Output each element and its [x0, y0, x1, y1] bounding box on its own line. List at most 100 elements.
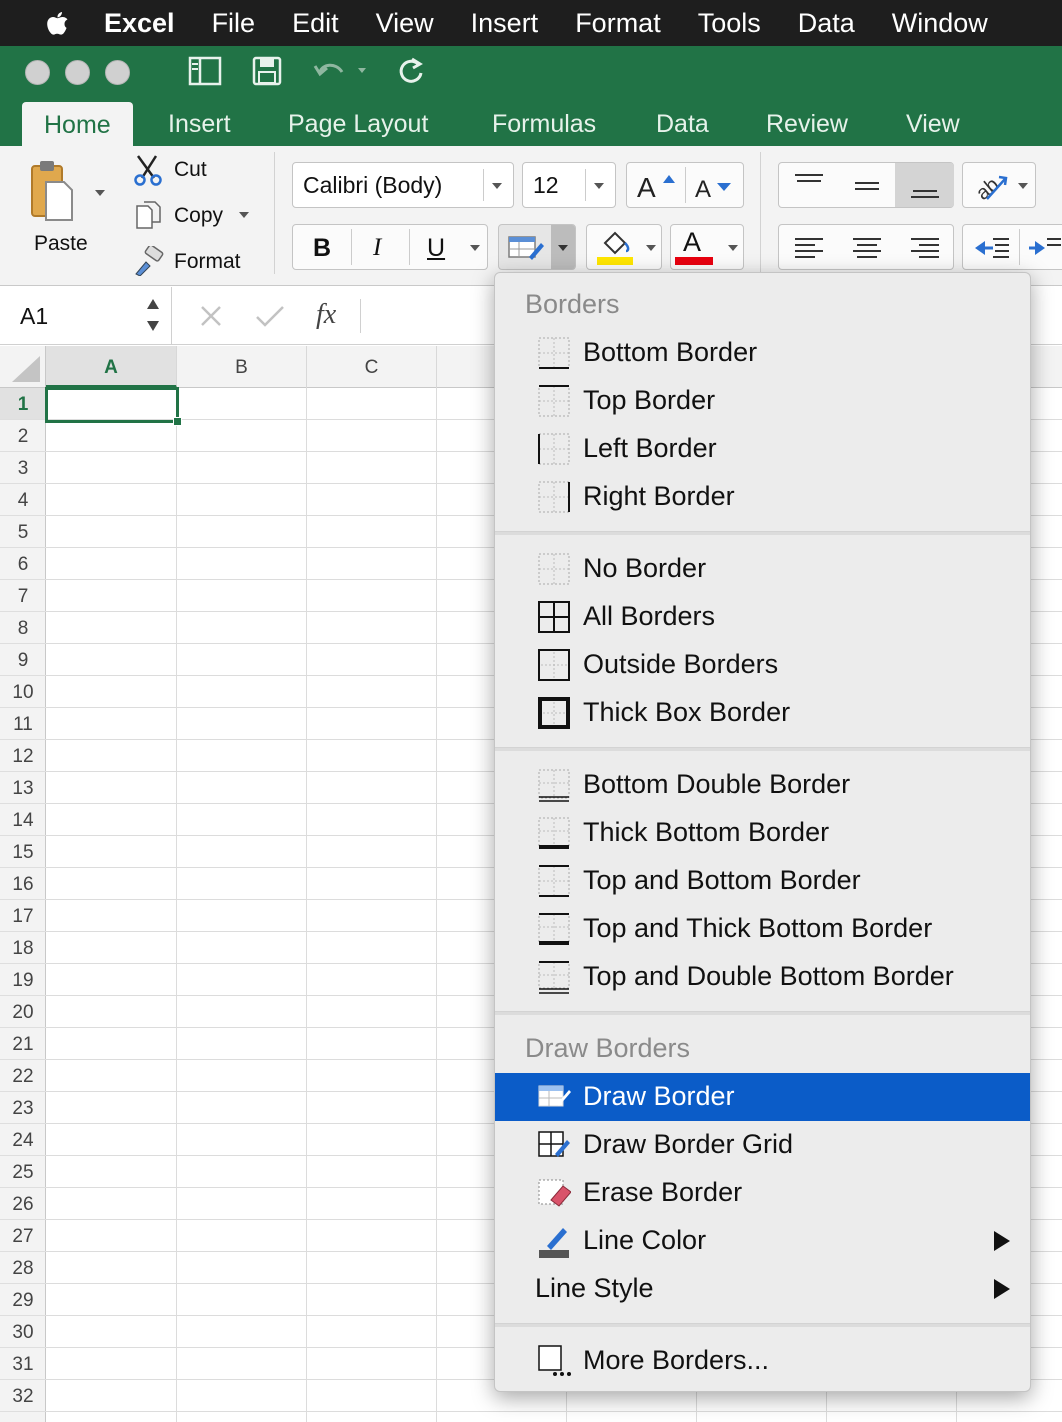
menu-item-top-and-thick-bottom-border[interactable]: Top and Thick Bottom Border [495, 905, 1030, 953]
minimize-window-button[interactable] [65, 60, 90, 85]
row-header[interactable]: 3 [0, 452, 46, 484]
menu-item-top-border[interactable]: Top Border [495, 377, 1030, 425]
menu-window[interactable]: Window [892, 8, 988, 39]
copy-icon[interactable] [134, 200, 164, 230]
row-header[interactable]: 18 [0, 932, 46, 964]
menu-file[interactable]: File [212, 8, 256, 39]
font-color-button[interactable]: A [670, 224, 744, 270]
row-header[interactable]: 32 [0, 1380, 46, 1412]
menu-tools[interactable]: Tools [698, 8, 761, 39]
row-header[interactable]: 31 [0, 1348, 46, 1380]
italic-button[interactable]: I [373, 234, 381, 262]
row-header[interactable]: 15 [0, 836, 46, 868]
row-header[interactable]: 28 [0, 1252, 46, 1284]
decrease-indent-icon[interactable] [973, 233, 1011, 263]
apple-icon[interactable] [40, 6, 74, 40]
menu-item-bottom-double-border[interactable]: Bottom Double Border [495, 761, 1030, 809]
menu-excel[interactable]: Excel [104, 8, 175, 39]
align-bottom-icon[interactable] [909, 171, 941, 201]
tab-page-layout[interactable]: Page Layout [288, 102, 428, 146]
row-header[interactable]: 5 [0, 516, 46, 548]
menu-data[interactable]: Data [798, 8, 855, 39]
sidebar-icon[interactable] [188, 56, 222, 86]
paste-button[interactable]: Paste [20, 154, 110, 264]
enter-icon[interactable] [254, 303, 286, 329]
menu-item-more-borders[interactable]: More Borders... [495, 1337, 1030, 1385]
menu-format[interactable]: Format [575, 8, 661, 39]
cut-button[interactable]: Cut [174, 158, 207, 182]
tab-view[interactable]: View [906, 102, 960, 146]
row-header[interactable]: 12 [0, 740, 46, 772]
row-header[interactable]: 27 [0, 1220, 46, 1252]
cancel-icon[interactable] [198, 303, 224, 329]
underline-button[interactable]: U [427, 234, 445, 263]
select-all-corner[interactable] [0, 346, 46, 388]
fill-color-button[interactable] [586, 224, 662, 270]
undo-icon[interactable] [312, 58, 374, 84]
font-name-select[interactable]: Calibri (Body) [292, 162, 514, 208]
row-header[interactable]: 16 [0, 868, 46, 900]
align-top-icon[interactable] [793, 171, 825, 201]
menu-item-top-and-double-bottom-border[interactable]: Top and Double Bottom Border [495, 953, 1030, 1001]
align-right-icon[interactable] [909, 233, 941, 263]
row-header[interactable]: 19 [0, 964, 46, 996]
fill-handle[interactable] [173, 417, 182, 426]
chevron-down-icon[interactable] [238, 210, 250, 220]
row-header[interactable]: 1 [0, 388, 46, 420]
row-header[interactable]: 21 [0, 1028, 46, 1060]
row-header[interactable]: 22 [0, 1060, 46, 1092]
row-header[interactable]: 4 [0, 484, 46, 516]
column-header-c[interactable]: C [307, 346, 437, 388]
menu-item-thick-bottom-border[interactable]: Thick Bottom Border [495, 809, 1030, 857]
align-center-icon[interactable] [851, 233, 883, 263]
row-header[interactable]: 24 [0, 1124, 46, 1156]
menu-item-top-and-bottom-border[interactable]: Top and Bottom Border [495, 857, 1030, 905]
tab-formulas[interactable]: Formulas [492, 102, 596, 146]
row-header[interactable]: 2 [0, 420, 46, 452]
menu-item-right-border[interactable]: Right Border [495, 473, 1030, 521]
format-painter-icon[interactable] [132, 246, 166, 276]
menu-item-line-style[interactable]: Line Style [495, 1265, 1030, 1313]
chevron-down-icon[interactable] [469, 243, 481, 253]
menu-view[interactable]: View [376, 8, 434, 39]
format-painter-button[interactable]: Format [174, 250, 241, 274]
row-header[interactable]: 11 [0, 708, 46, 740]
menu-item-erase-border[interactable]: Erase Border [495, 1169, 1030, 1217]
increase-font-size-icon[interactable]: A [635, 169, 681, 203]
save-icon[interactable] [252, 56, 282, 86]
font-size-select[interactable]: 12 [522, 162, 616, 208]
zoom-window-button[interactable] [105, 60, 130, 85]
close-window-button[interactable] [25, 60, 50, 85]
orientation-button[interactable]: ab [962, 162, 1036, 208]
tab-insert[interactable]: Insert [168, 102, 231, 146]
bold-button[interactable]: B [313, 234, 331, 263]
tab-review[interactable]: Review [766, 102, 848, 146]
menu-item-no-border[interactable]: No Border [495, 545, 1030, 593]
menu-item-thick-box-border[interactable]: Thick Box Border [495, 689, 1030, 737]
align-middle-icon[interactable] [851, 171, 883, 201]
copy-button[interactable]: Copy [174, 204, 223, 228]
scissors-icon[interactable] [132, 154, 164, 186]
menu-item-draw-border[interactable]: Draw Border [495, 1073, 1030, 1121]
stepper-icon[interactable] [144, 295, 162, 335]
row-header[interactable]: 14 [0, 804, 46, 836]
align-left-icon[interactable] [793, 233, 825, 263]
menu-item-line-color[interactable]: Line Color [495, 1217, 1030, 1265]
row-header[interactable]: 23 [0, 1092, 46, 1124]
column-header-a[interactable]: A [46, 346, 177, 388]
increase-indent-icon[interactable] [1029, 233, 1061, 263]
menu-item-outside-borders[interactable]: Outside Borders [495, 641, 1030, 689]
row-header[interactable]: 8 [0, 612, 46, 644]
menu-edit[interactable]: Edit [292, 8, 339, 39]
borders-button[interactable] [498, 224, 576, 270]
row-header[interactable]: 7 [0, 580, 46, 612]
row-header[interactable]: 9 [0, 644, 46, 676]
menu-item-draw-border-grid[interactable]: Draw Border Grid [495, 1121, 1030, 1169]
name-box[interactable]: A1 [0, 287, 172, 345]
row-header[interactable]: 25 [0, 1156, 46, 1188]
menu-insert[interactable]: Insert [471, 8, 539, 39]
tab-data[interactable]: Data [656, 102, 709, 146]
row-header[interactable]: 29 [0, 1284, 46, 1316]
redo-icon[interactable] [396, 56, 426, 86]
function-button[interactable]: fx [316, 299, 336, 331]
